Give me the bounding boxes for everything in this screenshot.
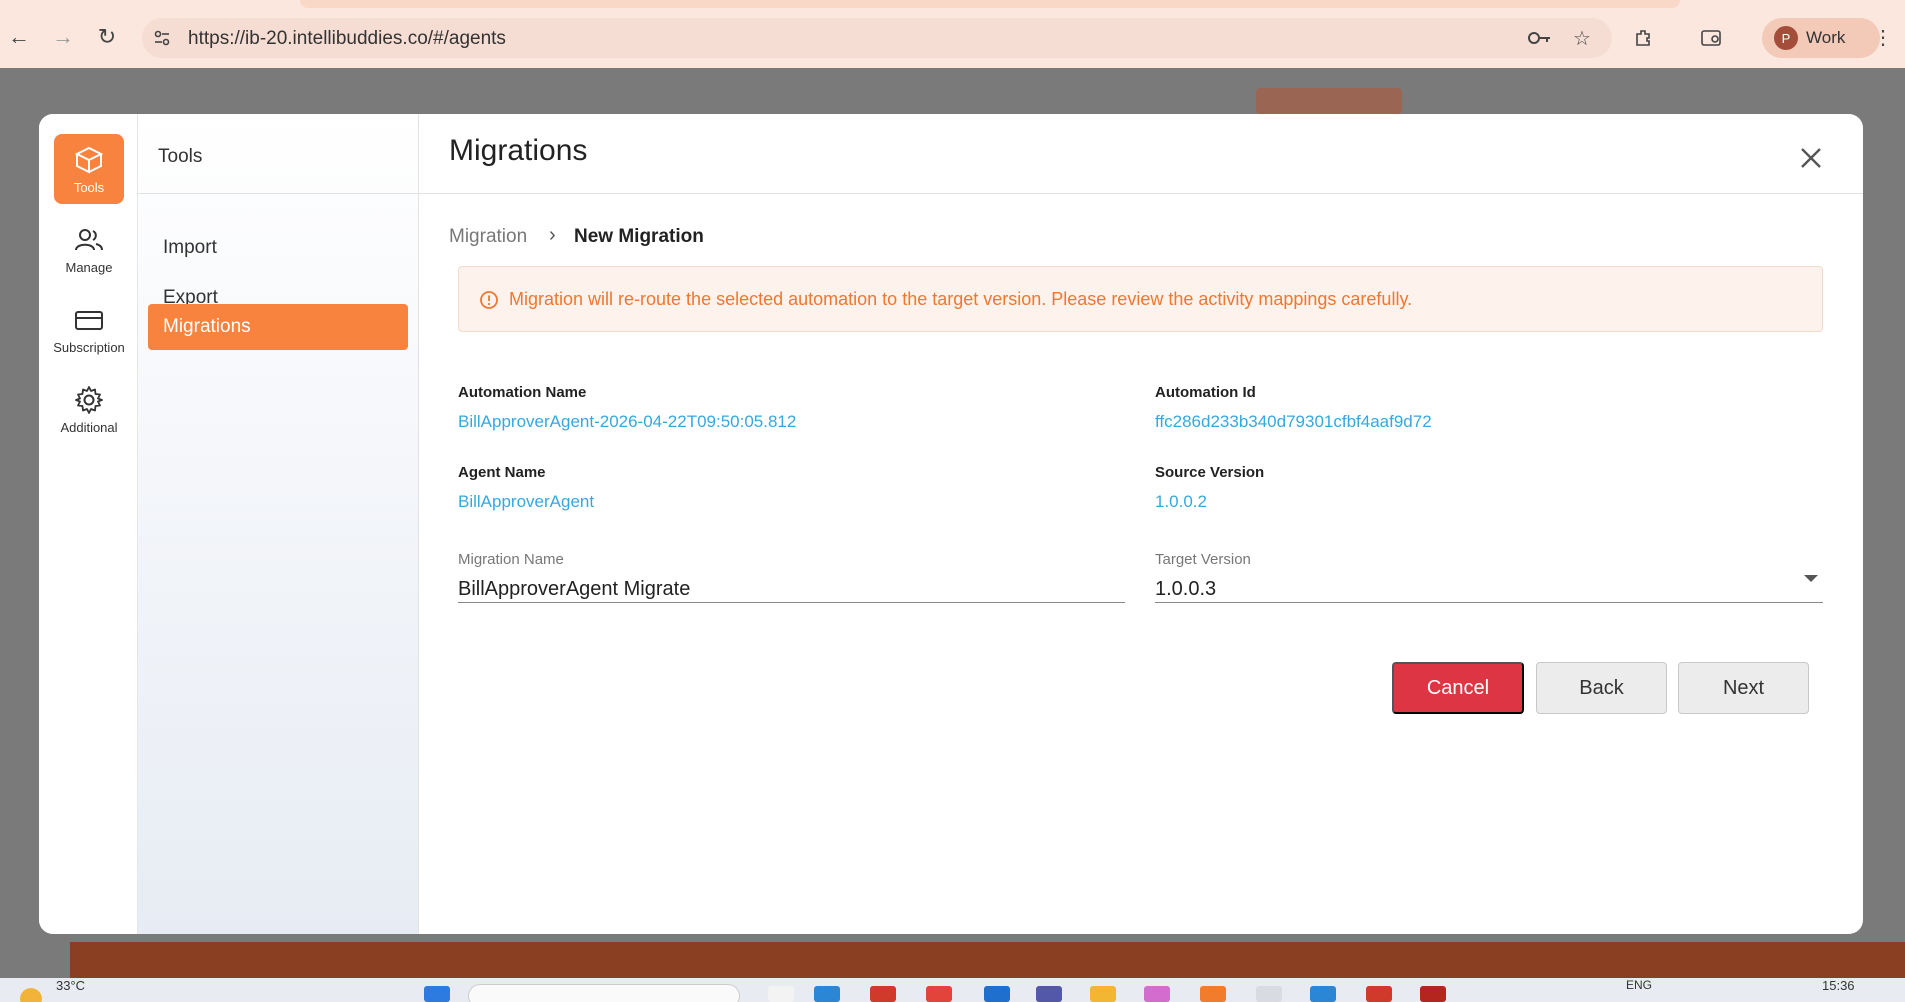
language-indicator[interactable]: ENG — [1626, 978, 1652, 992]
taskbar-app-icon[interactable] — [1366, 986, 1392, 1002]
rail-label-subscription: Subscription — [53, 339, 125, 355]
target-version-label: Target Version — [1155, 551, 1251, 568]
browser-toolbar: ← → ↻ https://ib-20.intellibuddies.co/#/… — [0, 0, 1905, 68]
taskbar-app-icon[interactable] — [1256, 986, 1282, 1002]
rail-label-tools: Tools — [73, 179, 105, 195]
header-divider — [419, 193, 1863, 194]
info-circle-icon — [480, 291, 498, 309]
taskbar-app-icon[interactable] — [1200, 986, 1226, 1002]
taskbar-app-icon[interactable] — [1310, 986, 1336, 1002]
migrations-modal: Tools Manage Subscription Additional Too… — [39, 114, 1863, 934]
migration-name-underline — [458, 602, 1125, 603]
rail-label-manage: Manage — [65, 259, 113, 275]
bookmark-star-icon[interactable]: ☆ — [1570, 26, 1594, 50]
extensions-icon[interactable] — [1632, 26, 1656, 50]
taskbar-app-icon[interactable] — [926, 986, 952, 1002]
reading-mode-icon[interactable] — [1700, 26, 1724, 50]
chevron-down-icon[interactable] — [1804, 575, 1818, 582]
source-version-value[interactable]: 1.0.0.2 — [1155, 492, 1207, 512]
automation-name-label: Automation Name — [458, 384, 587, 401]
taskbar-app-icon[interactable] — [870, 986, 896, 1002]
backdrop-footer — [70, 942, 1905, 978]
windows-start-icon[interactable] — [424, 986, 450, 1002]
page-title: Migrations — [449, 134, 588, 167]
more-menu-icon[interactable]: ⋮ — [1868, 22, 1898, 52]
alert-text: Migration will re-route the selected aut… — [509, 289, 1413, 309]
migration-name-label: Migration Name — [458, 551, 564, 568]
icon-rail: Tools Manage Subscription Additional — [39, 114, 138, 934]
back-arrow-icon[interactable]: ← — [4, 22, 34, 52]
main-content: Migrations Migration › New Migration Mig… — [419, 114, 1863, 934]
taskbar-app-icon[interactable] — [1036, 986, 1062, 1002]
site-info-icon[interactable] — [150, 26, 174, 50]
os-taskbar: 33°C ENG 15:36 — [0, 978, 1905, 1002]
backdrop-element — [1256, 88, 1402, 114]
target-version-underline — [1155, 602, 1823, 603]
subnav-divider — [138, 193, 419, 194]
target-version-select[interactable]: 1.0.0.3 — [1155, 578, 1216, 601]
migration-name-input[interactable]: BillApproverAgent Migrate — [458, 578, 690, 601]
automation-name-value[interactable]: BillApproverAgent-2026-04-22T09:50:05.81… — [458, 412, 796, 432]
profile-avatar: P — [1774, 26, 1798, 50]
url-text[interactable]: https://ib-20.intellibuddies.co/#/agents — [188, 28, 506, 50]
profile-label: Work — [1806, 28, 1846, 47]
source-version-label: Source Version — [1155, 464, 1265, 481]
taskbar-app-icon[interactable] — [814, 986, 840, 1002]
cancel-button[interactable]: Cancel — [1392, 662, 1524, 714]
taskbar-search[interactable] — [468, 984, 740, 1002]
weather-icon[interactable] — [20, 988, 42, 1002]
taskbar-app-icon[interactable] — [768, 986, 794, 1002]
tools-subnav: Tools Import Export Migrations — [138, 114, 419, 934]
next-button[interactable]: Next — [1678, 662, 1809, 714]
reload-icon[interactable]: ↻ — [92, 22, 122, 52]
warning-alert: Migration will re-route the selected aut… — [458, 266, 1823, 332]
agent-name-value[interactable]: BillApproverAgent — [458, 492, 594, 512]
tab-strip — [300, 0, 1680, 8]
subnav-title: Tools — [158, 146, 203, 167]
close-icon — [1801, 148, 1821, 168]
rail-item-additional[interactable]: Additional — [54, 374, 124, 444]
rail-label-additional: Additional — [60, 419, 118, 435]
taskbar-app-icon[interactable] — [1420, 986, 1446, 1002]
breadcrumb-current: New Migration — [574, 226, 704, 247]
box-icon — [74, 146, 104, 174]
rail-item-manage[interactable]: Manage — [54, 214, 124, 284]
taskbar-app-icon[interactable] — [1090, 986, 1116, 1002]
subnav-item-import[interactable]: Import — [148, 225, 408, 271]
clock[interactable]: 15:36 — [1822, 978, 1855, 993]
users-icon — [75, 228, 103, 250]
taskbar-app-icon[interactable] — [1144, 986, 1170, 1002]
automation-id-label: Automation Id — [1155, 384, 1256, 401]
key-icon[interactable] — [1528, 26, 1552, 50]
rail-item-subscription[interactable]: Subscription — [53, 294, 125, 364]
back-button[interactable]: Back — [1536, 662, 1667, 714]
weather-temp[interactable]: 33°C — [56, 978, 85, 993]
breadcrumb-parent[interactable]: Migration — [449, 226, 527, 248]
card-icon — [75, 310, 103, 330]
subnav-item-migrations[interactable]: Migrations — [148, 304, 408, 350]
close-button[interactable] — [1793, 140, 1829, 176]
taskbar-app-icon[interactable] — [984, 986, 1010, 1002]
forward-arrow-icon[interactable]: → — [48, 22, 78, 52]
agent-name-label: Agent Name — [458, 464, 546, 481]
chevron-right-icon: › — [549, 224, 556, 246]
gear-icon — [75, 385, 103, 414]
automation-id-value[interactable]: ffc286d233b340d79301cfbf4aaf9d72 — [1155, 412, 1432, 432]
rail-item-tools[interactable]: Tools — [54, 134, 124, 204]
